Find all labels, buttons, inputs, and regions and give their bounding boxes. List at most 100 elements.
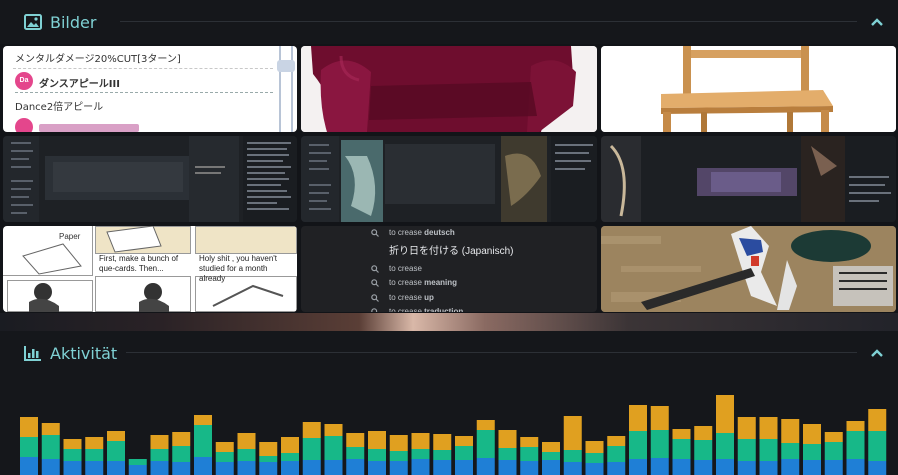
gallery-image-app-screenshot-1[interactable] xyxy=(3,136,297,222)
chevron-up-icon[interactable] xyxy=(870,348,884,358)
app-screenshot xyxy=(3,136,297,222)
divider xyxy=(13,68,273,69)
activity-bar-segment xyxy=(302,422,321,438)
activity-bar-segment xyxy=(20,417,38,437)
activity-bar-segment xyxy=(411,433,430,449)
activity-bar-segment xyxy=(498,430,517,448)
activity-bar-segment xyxy=(476,458,495,475)
search-suggestion-bold: deutsch xyxy=(424,228,455,237)
activity-bar-segment xyxy=(237,449,256,461)
activity-bar-segment xyxy=(85,437,104,449)
activity-bar-segment xyxy=(781,419,800,443)
activity-bar-segment xyxy=(455,436,473,446)
activity-bar-segment xyxy=(150,461,169,475)
activity-bar-segment xyxy=(194,457,212,475)
dance-badge-icon xyxy=(15,118,33,132)
activity-bar-segment xyxy=(694,440,713,460)
activity-bar-segment xyxy=(259,442,278,456)
activity-bar-segment xyxy=(520,437,539,447)
activity-bar-segment xyxy=(737,417,756,439)
activity-bar-segment xyxy=(629,431,647,459)
chevron-up-icon[interactable] xyxy=(870,17,884,27)
activity-bar-segment xyxy=(128,459,147,465)
activity-bar-segment xyxy=(716,433,734,459)
activity-bar-segment xyxy=(585,453,604,463)
activity-bar-segment xyxy=(194,415,212,425)
activity-bar-segment xyxy=(237,461,256,475)
activity-bar-segment xyxy=(803,424,821,444)
gallery-image-search-suggestions[interactable]: to crease deutsch 折り日を付ける (Japanisch) to c… xyxy=(301,226,597,312)
activity-bar-segment xyxy=(629,459,647,475)
gallery-image-comic[interactable]: Paper First, make a bunch of que-cards. … xyxy=(3,226,297,312)
activity-bar-segment xyxy=(498,448,517,460)
activity-bar-segment xyxy=(324,436,343,460)
activity-bar-segment xyxy=(281,461,299,475)
activity-bar-segment xyxy=(63,461,82,475)
activity-bar-segment xyxy=(346,459,365,475)
activity-bar-chart xyxy=(20,395,887,475)
activity-bar-segment xyxy=(542,442,560,452)
activity-bar-segment xyxy=(107,441,125,461)
activity-bar-segment xyxy=(63,439,82,449)
skill-line-2: ダンスアピールIII xyxy=(39,79,120,90)
comic-drawings xyxy=(22,226,284,312)
activity-bar-segment xyxy=(302,438,321,460)
dance-badge-icon: Da xyxy=(15,72,33,90)
activity-bar-segment xyxy=(585,463,604,475)
activity-bar-segment xyxy=(107,461,125,475)
activity-bar-segment xyxy=(41,459,60,475)
gallery-image-robot-model[interactable] xyxy=(601,226,896,312)
activity-bar-segment xyxy=(107,431,125,441)
gallery-image-wooden-chair[interactable] xyxy=(601,46,896,132)
activity-bar-segment xyxy=(85,449,104,461)
image-gallery: メンタルダメージ20%CUT[3ターン] Da ダンスアピールIII Dance… xyxy=(0,44,898,316)
activity-bar-segment xyxy=(563,416,582,450)
activity-bar-segment xyxy=(346,433,365,447)
search-icon xyxy=(371,279,379,287)
search-suggestion-text: to crease traduction xyxy=(389,307,463,312)
activity-bar-segment xyxy=(63,449,82,461)
activity-bar-segment xyxy=(368,449,386,461)
activity-bar-segment xyxy=(41,423,60,435)
activity-bar-segment xyxy=(737,439,756,461)
images-section-header[interactable]: Bilder xyxy=(0,0,898,44)
bar-chart-icon xyxy=(24,346,41,361)
search-icon xyxy=(371,229,379,237)
activity-bar-segment xyxy=(607,446,626,462)
activity-bar-segment xyxy=(781,459,800,475)
activity-bar-segment xyxy=(803,460,821,475)
skill-line-1: メンタルダメージ20%CUT[3ターン] xyxy=(15,54,181,65)
activity-bar-segment xyxy=(389,435,408,451)
decorative-bar xyxy=(39,124,139,132)
gallery-image-app-screenshot-2[interactable] xyxy=(301,136,597,222)
activity-bar-segment xyxy=(672,459,691,475)
activity-bar-segment xyxy=(498,460,517,475)
activity-bar-segment xyxy=(824,442,843,460)
activity-bar-segment xyxy=(846,421,865,431)
activity-bar-segment xyxy=(215,462,234,475)
activity-bar-segment xyxy=(128,465,147,475)
activity-bar-segment xyxy=(672,439,691,459)
activity-bar-segment xyxy=(150,449,169,461)
activity-bar-segment xyxy=(868,409,887,431)
activity-bar-segment xyxy=(759,461,778,475)
gallery-image-armchair[interactable] xyxy=(301,46,597,132)
activity-bar-segment xyxy=(650,458,669,475)
activity-bar-segment xyxy=(281,437,299,453)
activity-section-header[interactable]: Aktivität xyxy=(0,331,898,375)
activity-bar-segment xyxy=(20,437,38,457)
activity-bar-segment xyxy=(324,460,343,475)
activity-chart xyxy=(0,375,898,475)
activity-bar-segment xyxy=(716,395,734,433)
activity-bar-segment xyxy=(694,460,713,475)
gallery-image-app-screenshot-3[interactable] xyxy=(601,136,896,222)
activity-bar-segment xyxy=(433,460,452,475)
activity-bar-segment xyxy=(563,450,582,462)
activity-bar-segment xyxy=(846,459,865,475)
activity-bar-segment xyxy=(389,451,408,461)
gallery-image-game-skill[interactable]: メンタルダメージ20%CUT[3ターン] Da ダンスアピールIII Dance… xyxy=(3,46,297,132)
search-suggestion-text: to crease deutsch xyxy=(389,228,455,237)
divider xyxy=(15,92,273,93)
skill-line-3: Dance2倍アピール xyxy=(15,102,104,113)
activity-bar-segment xyxy=(455,446,473,460)
